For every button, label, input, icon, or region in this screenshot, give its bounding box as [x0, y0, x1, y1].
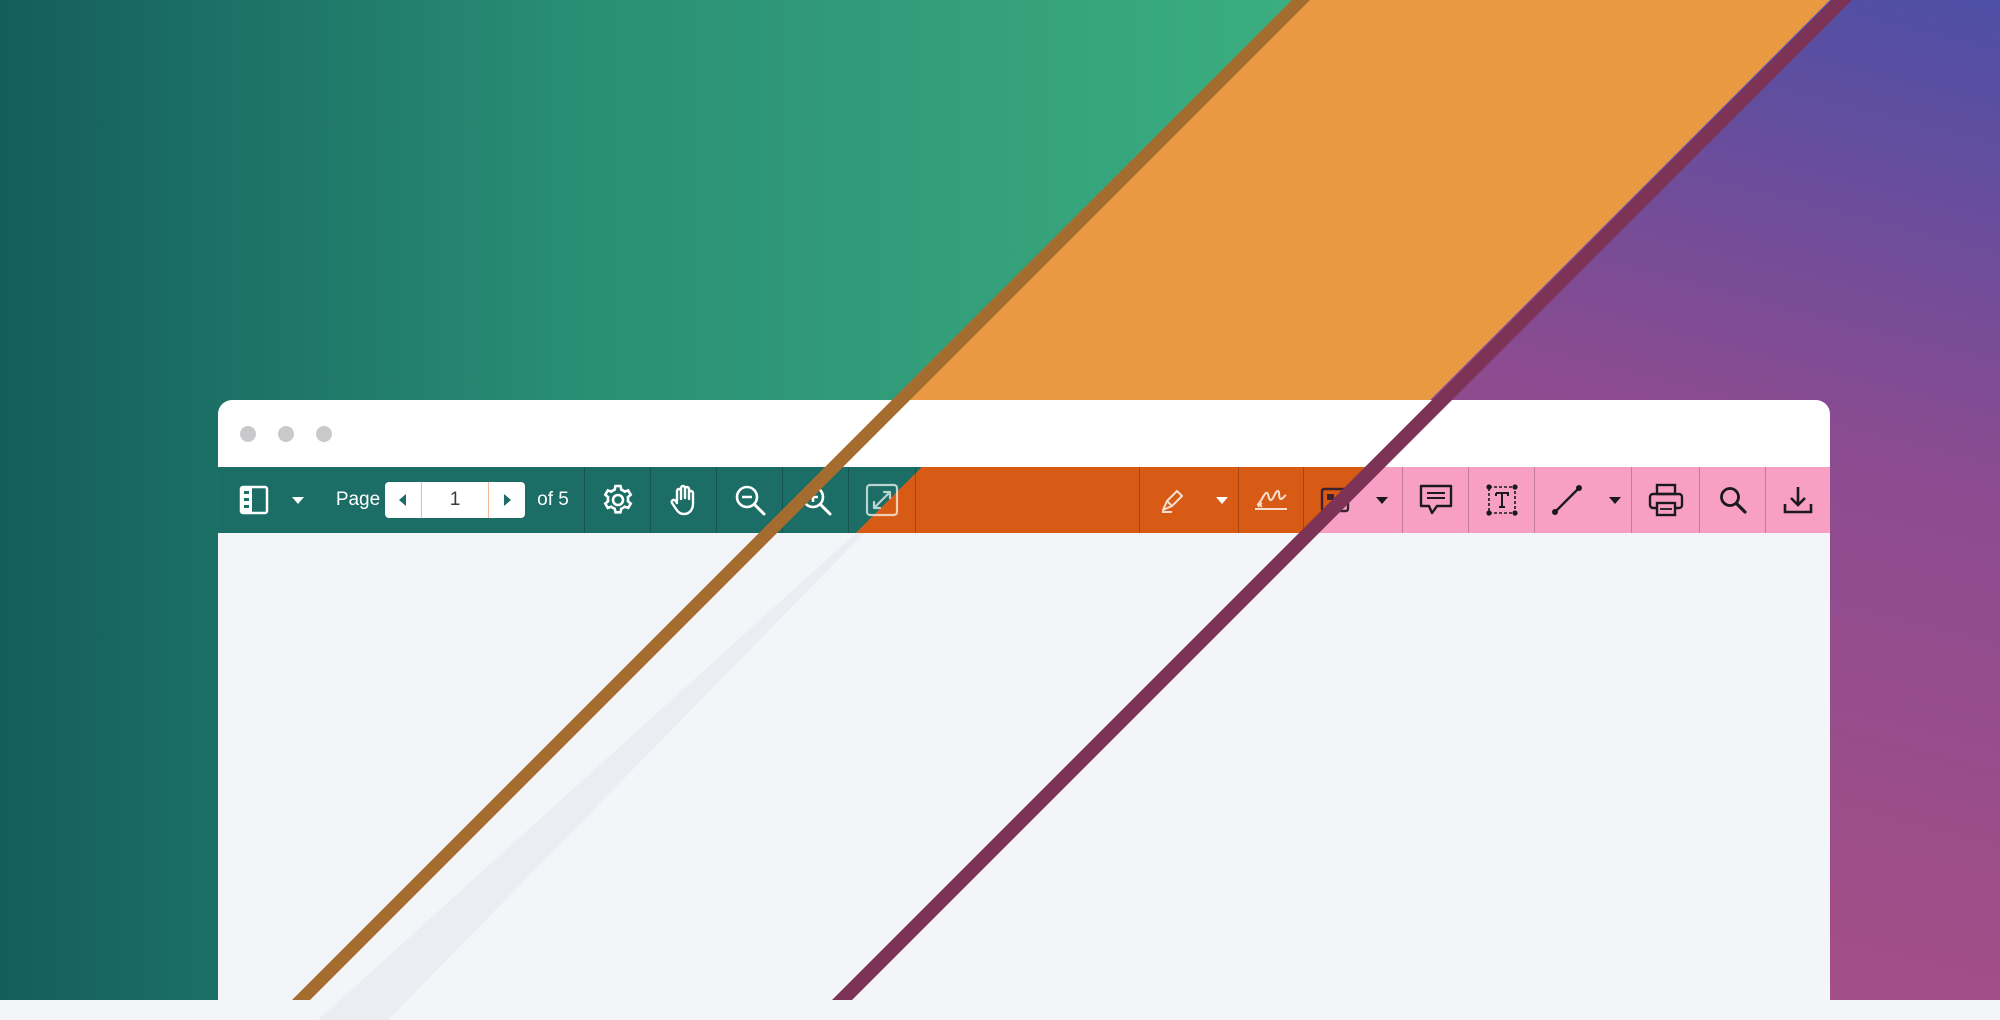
caret-right-icon [504, 494, 511, 506]
signature-icon [1255, 489, 1287, 510]
comment-icon [1419, 484, 1452, 515]
image-tool-button[interactable] [1304, 467, 1366, 533]
line-tool-button[interactable] [1535, 467, 1599, 533]
sidebar-panel-icon [239, 485, 269, 515]
next-page-button[interactable] [488, 482, 525, 518]
caret-down-icon [292, 497, 304, 504]
zoom-in-icon [801, 485, 831, 516]
search-button[interactable] [1700, 467, 1765, 533]
freehand-menu-button[interactable] [1206, 467, 1238, 533]
caret-down-icon [1609, 497, 1621, 504]
gear-icon [603, 484, 632, 514]
text-box-button[interactable] [1469, 467, 1534, 533]
search-icon [1719, 487, 1747, 514]
document-view[interactable] [218, 533, 1830, 1020]
pan-tool-button[interactable] [651, 467, 716, 533]
page-navigator [385, 482, 525, 518]
page-total-label: of 5 [537, 489, 569, 510]
caret-down-icon [1216, 497, 1228, 504]
zoom-in-button[interactable] [783, 467, 848, 533]
zoom-out-icon [735, 485, 765, 516]
sidebar-menu-button[interactable] [280, 467, 316, 533]
download-icon [1783, 487, 1813, 514]
expand-arrows-icon [865, 483, 899, 517]
title-bar [218, 400, 1830, 467]
settings-button[interactable] [585, 467, 650, 533]
page-label: Page [335, 489, 381, 510]
image-icon [1320, 487, 1350, 513]
hand-icon [670, 484, 694, 516]
caret-down-icon [1376, 497, 1388, 504]
download-button[interactable] [1766, 467, 1830, 533]
viewer-window: Page of 5 [218, 400, 1830, 1020]
comment-button[interactable] [1403, 467, 1468, 533]
printer-icon [1648, 483, 1683, 517]
image-menu-button[interactable] [1366, 467, 1398, 533]
window-minimize-dot[interactable] [278, 426, 294, 442]
pen-icon [1162, 490, 1183, 513]
text-box-icon [1485, 484, 1518, 516]
sidebar-toggle-button[interactable] [228, 467, 280, 533]
fit-page-button[interactable] [849, 467, 915, 533]
signature-button[interactable] [1239, 467, 1303, 533]
zoom-out-button[interactable] [717, 467, 782, 533]
line-menu-button[interactable] [1599, 467, 1631, 533]
freehand-tool-button[interactable] [1140, 467, 1206, 533]
prev-page-button[interactable] [385, 482, 422, 518]
print-button[interactable] [1632, 467, 1699, 533]
caret-left-icon [399, 494, 406, 506]
page-number-input[interactable] [422, 482, 488, 518]
window-close-dot[interactable] [240, 426, 256, 442]
window-zoom-dot[interactable] [316, 426, 332, 442]
line-icon [1552, 485, 1582, 515]
pdf-toolbar: Page of 5 [218, 467, 1830, 533]
